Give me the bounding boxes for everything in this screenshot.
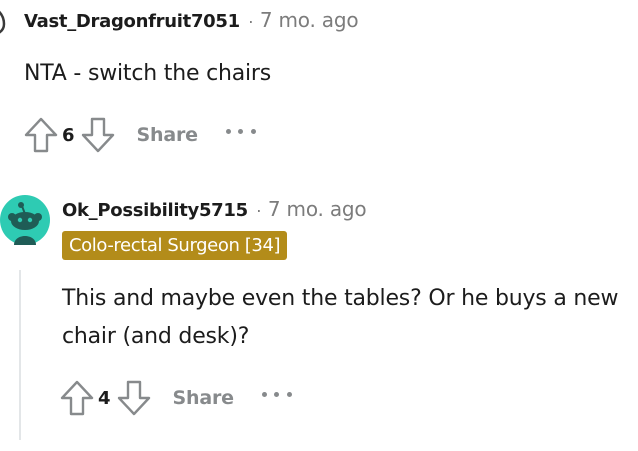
downvote-icon [81,117,114,153]
more-dot [250,128,256,134]
vote-count: 4 [98,387,111,409]
meta-separator: · [255,200,262,220]
share-button[interactable]: Share [173,387,234,409]
share-button[interactable]: Share [137,124,198,146]
username-link[interactable]: Ok_Possibility5715 [62,200,248,221]
downvote-icon [117,380,150,416]
more-dot [286,391,292,397]
upvote-button[interactable] [58,379,96,417]
timestamp[interactable]: 7 mo. ago [260,8,359,32]
comment-actions: 6 Share [22,115,256,155]
downvote-button[interactable] [115,379,153,417]
upvote-icon [60,380,94,416]
comment-meta: Vast_Dragonfruit7051 · 7 mo. ago [24,8,359,32]
upvote-icon [24,117,58,153]
partial-avatar-icon[interactable] [0,2,8,38]
more-options-icon[interactable] [261,384,292,404]
comment-body: This and maybe even the tables? Or he bu… [62,286,619,349]
more-dot [225,128,231,134]
meta-separator: · [247,11,254,31]
comment-actions: 4 Share [58,378,292,418]
comment-body: NTA - switch the chairs [24,61,272,86]
thread-line[interactable] [19,270,21,440]
username-link[interactable]: Vast_Dragonfruit7051 [24,11,240,32]
snoo-avatar-icon[interactable] [0,195,50,245]
timestamp[interactable]: 7 mo. ago [268,197,367,221]
comment-meta: Ok_Possibility5715 · 7 mo. ago [62,197,367,221]
more-dot [261,391,267,397]
upvote-button[interactable] [22,116,60,154]
downvote-button[interactable] [79,116,117,154]
more-options-icon[interactable] [225,121,256,141]
comment: Ok_Possibility5715 · 7 mo. ago Colo-rect… [0,190,638,451]
more-dot [274,391,280,397]
more-dot [238,128,244,134]
user-flair-badge: Colo-rectal Surgeon [34] [62,231,288,260]
vote-count: 6 [62,124,75,146]
comment: Vast_Dragonfruit7051 · 7 mo. ago NTA - s… [0,0,638,170]
